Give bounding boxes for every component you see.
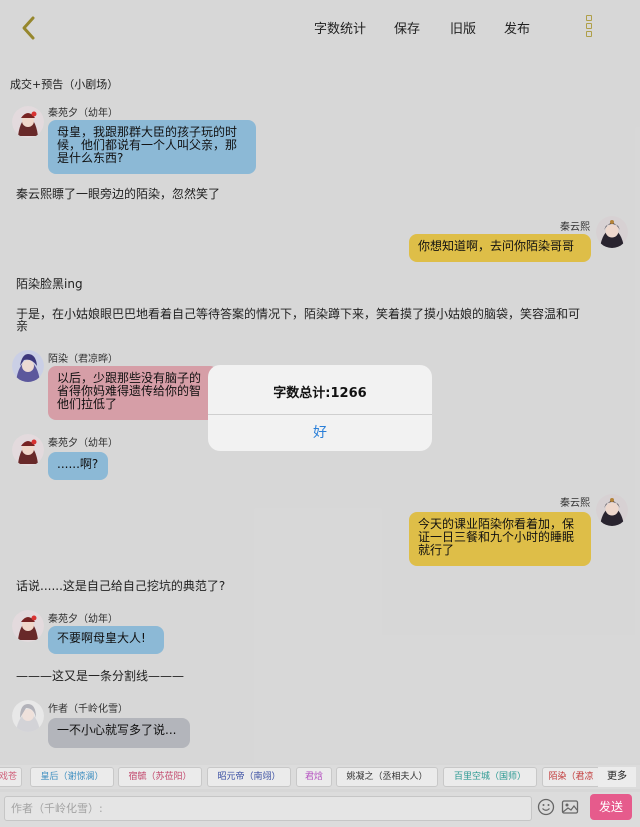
avatar-qin-yuanxi[interactable] <box>12 106 44 138</box>
image-icon[interactable] <box>561 798 579 816</box>
dialog-title: 字数总计:1266 <box>273 386 367 401</box>
save-button[interactable]: 保存 <box>394 18 420 37</box>
avatar-qin-yuanxi[interactable] <box>12 610 44 642</box>
character-chip[interactable]: 君焓 <box>296 767 332 787</box>
more-characters-button[interactable]: 更多 <box>598 767 636 787</box>
story-title: 成交+预告（小剧场） <box>10 78 119 91</box>
message-bubble: 不要啊母皇大人! <box>48 626 164 654</box>
narration-line: 亲 <box>16 319 29 333</box>
character-chip[interactable]: 宿毓（苏莅阳） <box>118 767 202 787</box>
top-actions: 字数统计 保存 旧版 发布 <box>0 18 640 38</box>
character-chip[interactable]: 百里空城（国师） <box>443 767 537 787</box>
message-line: 就行了 <box>418 543 455 557</box>
more-menu-icon[interactable] <box>583 15 595 41</box>
message-line: ......啊? <box>57 457 99 471</box>
word-count-button[interactable]: 字数统计 <box>314 18 366 37</box>
send-button[interactable]: 发送 <box>590 794 632 820</box>
character-chip[interactable]: 姚凝之（丞相夫人） <box>336 767 438 787</box>
character-chip[interactable]: 戏苍 <box>0 767 22 787</box>
message-bubble: 今天的课业陌染你看着加，保 证一日三餐和九个小时的睡眠 就行了 <box>409 512 591 566</box>
publish-button[interactable]: 发布 <box>504 18 530 37</box>
character-selector: 戏苍 皇后（谢惊澜） 宿毓（苏莅阳） 昭元帝（南翊） 君焓 姚凝之（丞相夫人） … <box>0 765 640 789</box>
message-bubble: 以后，少跟那些没有脑子的 省得你妈难得遗传给你的智 他们拉低了 <box>48 366 218 420</box>
old-version-button[interactable]: 旧版 <box>450 18 476 37</box>
speaker-name: 秦云熙 <box>560 222 590 233</box>
message-line: 是什么东西? <box>57 151 124 165</box>
avatar-qin-yuanxi[interactable] <box>12 434 44 466</box>
top-bar: 字数统计 保存 旧版 发布 <box>0 0 640 56</box>
composer: 发送 <box>0 792 640 827</box>
speaker-name: 秦云熙 <box>560 498 590 509</box>
message-line: 一不小心就写多了说... <box>57 723 177 737</box>
speaker-name: 秦苑夕（幼年） <box>48 614 118 625</box>
message-bubble: 母皇，我跟那群大臣的孩子玩的时 候，他们都说有一个人叫父亲，那 是什么东西? <box>48 120 256 174</box>
dialog-ok-button[interactable]: 好 <box>208 415 432 451</box>
avatar-author[interactable] <box>12 700 44 732</box>
character-chip[interactable]: 昭元帝（南翊） <box>207 767 291 787</box>
speaker-name: 陌染（君凉晔） <box>48 354 118 365</box>
divider-text: ———这又是一条分割线——— <box>16 669 185 683</box>
character-chip[interactable]: 陌染（君凉 <box>542 767 600 787</box>
avatar-qin-yunxi[interactable] <box>596 494 628 526</box>
speaker-name: 作者（千岭化雪） <box>48 704 128 715</box>
narration-line: 于是，在小姑娘眼巴巴地看着自己等待答案的情况下，陌染蹲下来，笑着摸了摸小姑娘的脑… <box>16 307 581 321</box>
message-line: 不要啊母皇大人! <box>57 631 146 645</box>
speaker-name: 秦苑夕（幼年） <box>48 108 118 119</box>
speaker-name: 秦苑夕（幼年） <box>48 438 118 449</box>
message-bubble: 一不小心就写多了说... <box>48 718 190 748</box>
message-bubble: ......啊? <box>48 452 108 480</box>
emoji-icon[interactable] <box>537 798 555 816</box>
word-count-dialog: 字数总计:1266 好 <box>208 365 432 451</box>
narration-text: 于是，在小姑娘眼巴巴地看着自己等待答案的情况下，陌染蹲下来，笑着摸了摸小姑娘的脑… <box>16 308 628 332</box>
avatar-qin-yunxi[interactable] <box>596 216 628 248</box>
message-line: 你想知道啊，去问你陌染哥哥 <box>418 239 575 253</box>
narration-text: 秦云熙瞟了一眼旁边的陌染，忽然笑了 <box>16 187 221 201</box>
avatar-mo-ran[interactable] <box>12 350 44 382</box>
character-chip[interactable]: 皇后（谢惊澜） <box>30 767 114 787</box>
message-line: 他们拉低了 <box>57 397 118 411</box>
message-bubble: 你想知道啊，去问你陌染哥哥 <box>409 234 591 262</box>
narration-text: 陌染脸黑ing <box>16 277 83 291</box>
message-input[interactable] <box>4 796 532 821</box>
narration-text: 话说......这是自己给自己挖坑的典范了? <box>16 579 226 593</box>
